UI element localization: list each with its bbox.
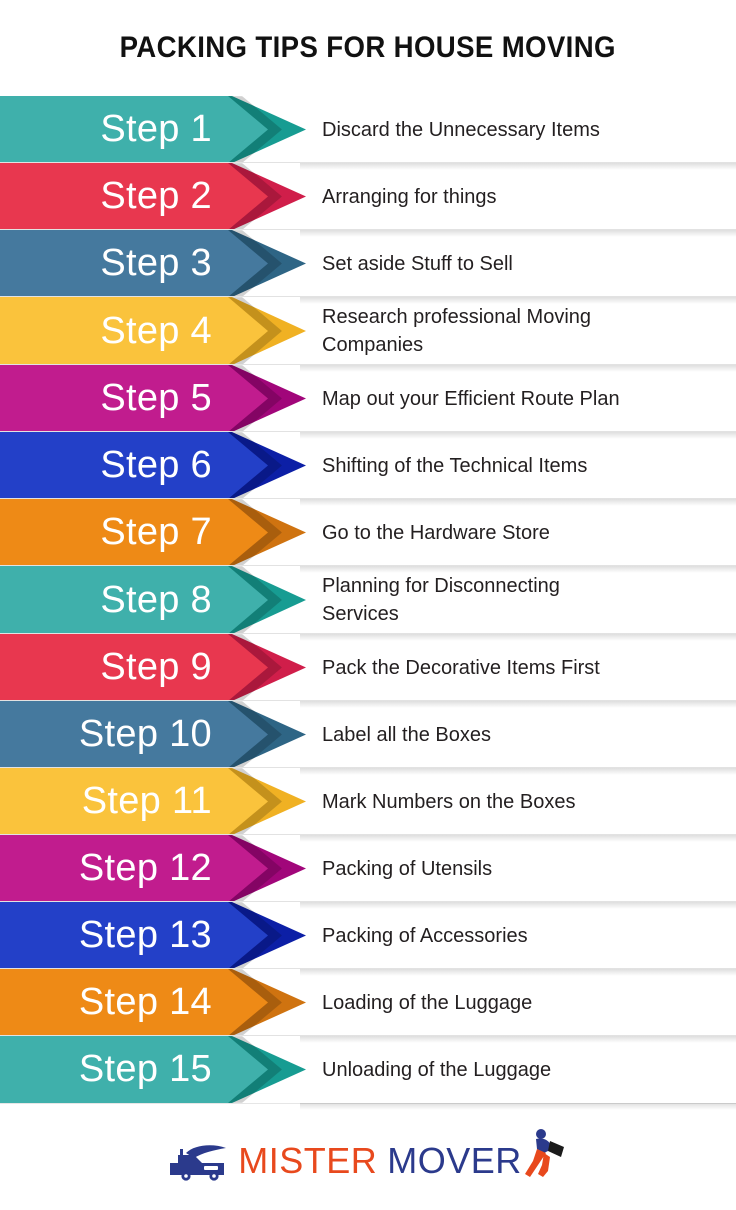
page-title: PACKING TIPS FOR HOUSE MOVING	[119, 31, 617, 64]
step-row[interactable]: Step 10 Label all the Boxes	[0, 700, 736, 775]
step-row[interactable]: Step 5 Map out your Efficient Route Plan	[0, 364, 736, 439]
step-row[interactable]: Step 11 Mark Numbers on the Boxes	[0, 767, 736, 842]
step-bar-light	[0, 230, 268, 297]
step-bar-light	[0, 499, 268, 566]
step-row[interactable]: Step 9 Pack the Decorative Items First	[0, 633, 736, 708]
step-bar-light	[0, 835, 268, 902]
moving-truck-icon	[168, 1141, 230, 1181]
footer: MISTER MOVER	[0, 1103, 736, 1210]
step-row[interactable]: Step 7 Go to the Hardware Store	[0, 498, 736, 573]
logo-word-mover: MOVER	[387, 1139, 522, 1181]
step-description: Set aside Stuff to Sell	[322, 252, 513, 275]
step-bar-light	[0, 365, 268, 432]
footer-divider	[0, 1103, 736, 1104]
step-bar-light	[0, 1036, 268, 1103]
step-description: Mark Numbers on the Boxes	[322, 790, 576, 813]
title-bar: PACKING TIPS FOR HOUSE MOVING	[0, 0, 736, 96]
step-row[interactable]: Step 8 Planning for Disconnecting Service…	[0, 565, 736, 641]
step-description: Research professional Moving Companies	[322, 306, 592, 356]
step-row[interactable]: Step 1 Discard the Unnecessary Items	[0, 96, 736, 170]
step-bar-light	[0, 701, 268, 768]
step-description: Arranging for things	[322, 185, 497, 208]
logo-word-mister: MISTER	[238, 1139, 378, 1181]
step-description: Map out your Efficient Route Plan	[322, 387, 620, 410]
step-bar-light	[0, 96, 268, 163]
step-row[interactable]: Step 12 Packing of Utensils	[0, 834, 736, 909]
step-description: Go to the Hardware Store	[322, 521, 550, 544]
step-row[interactable]: Step 14 Loading of the Luggage	[0, 968, 736, 1043]
step-bar-light	[0, 163, 268, 230]
step-bar-light	[0, 297, 268, 365]
step-row[interactable]: Step 15 Unloading of the Luggage	[0, 1035, 736, 1110]
step-row[interactable]: Step 4 Research professional Moving Compa…	[0, 296, 736, 372]
infographic-page: PACKING TIPS FOR HOUSE MOVING Step 1 Disc…	[0, 0, 736, 1210]
person-carrying-box-icon	[524, 1127, 568, 1179]
step-description: Loading of the Luggage	[322, 991, 533, 1014]
step-row[interactable]: Step 13 Packing of Accessories	[0, 901, 736, 976]
step-bar-light	[0, 969, 268, 1036]
step-bar-light	[0, 566, 268, 634]
step-description: Unloading of the Luggage	[322, 1058, 552, 1081]
step-row[interactable]: Step 2 Arranging for things	[0, 162, 736, 237]
steps-list: Step 1 Discard the Unnecessary Items Step …	[0, 96, 736, 1110]
step-description: Shifting of the Technical Items	[322, 454, 588, 477]
step-description: Discard the Unnecessary Items	[322, 118, 600, 141]
step-description: Packing of Accessories	[322, 924, 528, 947]
step-bar-light	[0, 768, 268, 835]
step-description: Pack the Decorative Items First	[322, 656, 600, 679]
step-description: Planning for Disconnecting Services	[322, 575, 560, 625]
step-bar-light	[0, 902, 268, 969]
logo-wordmark: MISTER MOVER	[238, 1139, 522, 1181]
brand-logo: MISTER MOVER	[168, 1128, 568, 1187]
step-bar-light	[0, 634, 268, 701]
step-row[interactable]: Step 3 Set aside Stuff to Sell	[0, 229, 736, 304]
step-bar-light	[0, 432, 268, 499]
step-description: Packing of Utensils	[322, 857, 493, 880]
step-row[interactable]: Step 6 Shifting of the Technical Items	[0, 431, 736, 506]
step-description: Label all the Boxes	[322, 723, 492, 746]
